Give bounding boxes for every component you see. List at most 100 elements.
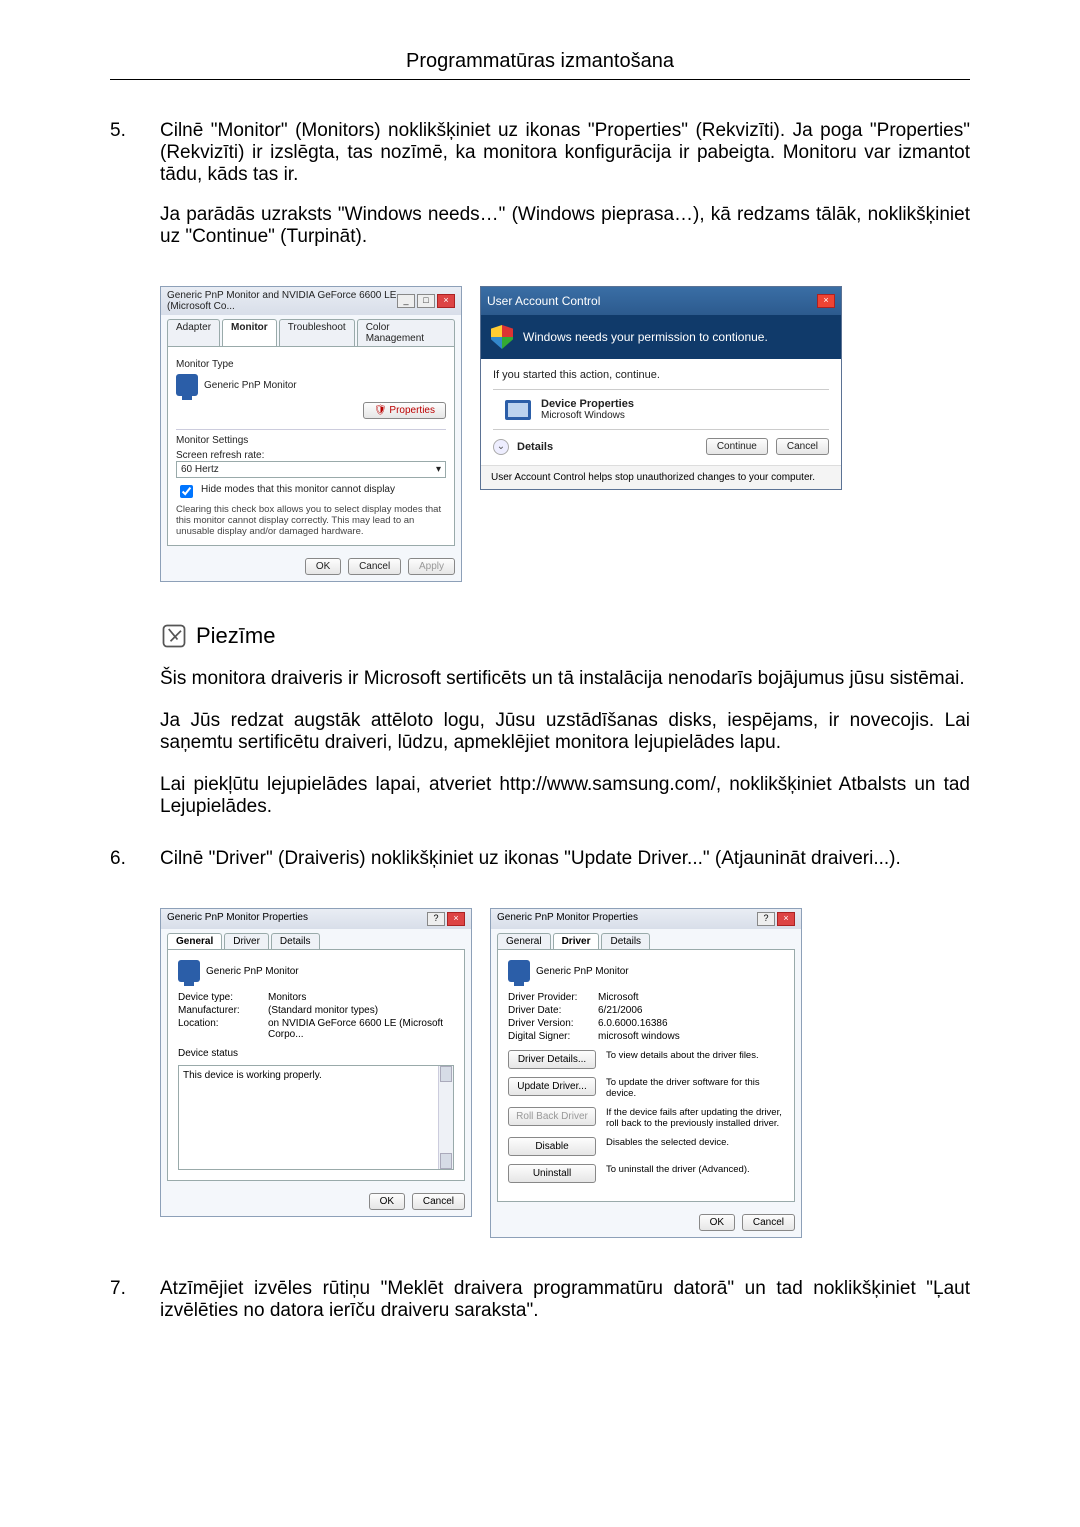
continue-button[interactable]: Continue xyxy=(706,438,768,455)
driver-details-text: To view details about the driver files. xyxy=(606,1050,784,1061)
header-rule xyxy=(110,79,970,80)
close-icon[interactable]: × xyxy=(817,294,835,308)
tab-color-management[interactable]: Color Management xyxy=(357,319,455,346)
step-6-text: Cilnē "Driver" (Draiveris) noklikšķiniet… xyxy=(160,848,970,870)
step-5-text-2: Ja parādās uzraksts "Windows needs…" (Wi… xyxy=(160,204,970,248)
apply-button[interactable]: Apply xyxy=(408,558,455,575)
tab-driver[interactable]: Driver xyxy=(553,933,600,949)
program-icon xyxy=(505,400,531,420)
device-type-label: Device type: xyxy=(178,992,268,1003)
chevron-down-icon: ▾ xyxy=(436,464,441,475)
uac-dialog: User Account Control × Windows needs you… xyxy=(480,286,842,490)
device-status-box: This device is working properly. xyxy=(178,1065,454,1170)
monitor-icon xyxy=(178,960,200,982)
monitor-properties-dialog: Generic PnP Monitor and NVIDIA GeForce 6… xyxy=(160,286,462,582)
cancel-button[interactable]: Cancel xyxy=(742,1214,795,1231)
driver-version-value: 6.0.6000.16386 xyxy=(598,1018,784,1029)
monitor-icon xyxy=(176,374,198,396)
note-text-3: Lai piekļūtu lejupielādes lapai, atverie… xyxy=(160,774,970,818)
note-text-1: Šis monitora draiveris ir Microsoft sert… xyxy=(160,668,970,690)
tab-general[interactable]: General xyxy=(167,933,222,949)
ok-button[interactable]: OK xyxy=(699,1214,735,1231)
tab-monitor[interactable]: Monitor xyxy=(222,319,277,346)
tab-general[interactable]: General xyxy=(497,933,551,949)
step-7-number: 7. xyxy=(110,1278,160,1340)
note-icon xyxy=(160,622,188,650)
refresh-rate-label: Screen refresh rate: xyxy=(176,450,446,461)
scroll-up-icon[interactable] xyxy=(440,1066,452,1082)
ok-button[interactable]: OK xyxy=(369,1193,405,1210)
close-icon[interactable]: × xyxy=(447,912,465,926)
driver-details-button[interactable]: Driver Details... xyxy=(508,1050,596,1069)
device-properties-driver-dialog: Generic PnP Monitor Properties ? × Gener… xyxy=(490,908,802,1238)
help-icon[interactable]: ? xyxy=(427,912,445,926)
scrollbar[interactable] xyxy=(438,1066,453,1169)
ok-button[interactable]: OK xyxy=(305,558,341,575)
location-value: on NVIDIA GeForce 6600 LE (Microsoft Cor… xyxy=(268,1018,454,1040)
device-status-text: This device is working properly. xyxy=(183,1070,322,1081)
minimize-icon[interactable]: _ xyxy=(397,294,415,308)
help-icon[interactable]: ? xyxy=(757,912,775,926)
hide-modes-label: Hide modes that this monitor cannot disp… xyxy=(201,484,395,495)
properties-button[interactable]: 🛡 Properties xyxy=(363,402,446,419)
monitor-name: Generic PnP Monitor xyxy=(204,380,297,391)
driver-date-label: Driver Date: xyxy=(508,1005,598,1016)
uac-instruction: If you started this action, continue. xyxy=(493,369,829,381)
update-driver-button[interactable]: Update Driver... xyxy=(508,1077,596,1096)
uac-title: User Account Control xyxy=(487,294,600,308)
details-toggle[interactable]: Details xyxy=(517,441,698,453)
refresh-rate-select[interactable]: 60 Hertz▾ xyxy=(176,461,446,478)
close-icon[interactable]: × xyxy=(437,294,455,308)
uac-program-publisher: Microsoft Windows xyxy=(541,410,634,421)
cancel-button[interactable]: Cancel xyxy=(776,438,829,455)
dialog-title: Generic PnP Monitor Properties xyxy=(497,912,638,926)
uac-footer-text: User Account Control helps stop unauthor… xyxy=(481,465,841,489)
disable-button[interactable]: Disable xyxy=(508,1137,596,1156)
cancel-button[interactable]: Cancel xyxy=(348,558,401,575)
close-icon[interactable]: × xyxy=(777,912,795,926)
step-7-text: Atzīmējiet izvēles rūtiņu "Meklēt draive… xyxy=(160,1278,970,1322)
hide-modes-checkbox[interactable] xyxy=(180,485,193,498)
device-status-label: Device status xyxy=(178,1048,454,1059)
monitor-name: Generic PnP Monitor xyxy=(206,966,299,977)
monitor-settings-label: Monitor Settings xyxy=(176,435,446,446)
digital-signer-value: microsoft windows xyxy=(598,1031,784,1042)
device-type-value: Monitors xyxy=(268,992,454,1003)
tab-details[interactable]: Details xyxy=(271,933,320,949)
dialog-title: Generic PnP Monitor Properties xyxy=(167,912,308,926)
driver-version-label: Driver Version: xyxy=(508,1018,598,1029)
hide-modes-note: Clearing this check box allows you to se… xyxy=(176,504,446,537)
shield-icon xyxy=(491,325,513,349)
maximize-icon[interactable]: □ xyxy=(417,294,435,308)
manufacturer-label: Manufacturer: xyxy=(178,1005,268,1016)
page-title: Programmatūras izmantošana xyxy=(110,50,970,73)
scroll-down-icon[interactable] xyxy=(440,1153,452,1169)
rollback-driver-button[interactable]: Roll Back Driver xyxy=(508,1107,596,1126)
device-properties-general-dialog: Generic PnP Monitor Properties ? × Gener… xyxy=(160,908,472,1217)
update-driver-text: To update the driver software for this d… xyxy=(606,1077,784,1099)
rollback-driver-text: If the device fails after updating the d… xyxy=(606,1107,784,1129)
step-6-number: 6. xyxy=(110,848,160,888)
tab-adapter[interactable]: Adapter xyxy=(167,319,220,346)
monitor-type-label: Monitor Type xyxy=(176,359,446,370)
driver-provider-value: Microsoft xyxy=(598,992,784,1003)
digital-signer-label: Digital Signer: xyxy=(508,1031,598,1042)
uac-program-name: Device Properties xyxy=(541,398,634,410)
cancel-button[interactable]: Cancel xyxy=(412,1193,465,1210)
location-label: Location: xyxy=(178,1018,268,1040)
monitor-icon xyxy=(508,960,530,982)
dialog-title: Generic PnP Monitor and NVIDIA GeForce 6… xyxy=(167,290,397,312)
uninstall-text: To uninstall the driver (Advanced). xyxy=(606,1164,784,1175)
manufacturer-value: (Standard monitor types) xyxy=(268,1005,454,1016)
driver-date-value: 6/21/2006 xyxy=(598,1005,784,1016)
chevron-down-icon[interactable]: ⌄ xyxy=(493,439,509,455)
driver-provider-label: Driver Provider: xyxy=(508,992,598,1003)
tab-troubleshoot[interactable]: Troubleshoot xyxy=(279,319,355,346)
uninstall-button[interactable]: Uninstall xyxy=(508,1164,596,1183)
note-text-2: Ja Jūs redzat augstāk attēloto logu, Jūs… xyxy=(160,710,970,754)
tab-driver[interactable]: Driver xyxy=(224,933,269,949)
tab-details[interactable]: Details xyxy=(601,933,650,949)
uac-banner-text: Windows needs your permission to contion… xyxy=(523,330,768,344)
note-label: Piezīme xyxy=(196,623,275,649)
step-5-number: 5. xyxy=(110,120,160,266)
